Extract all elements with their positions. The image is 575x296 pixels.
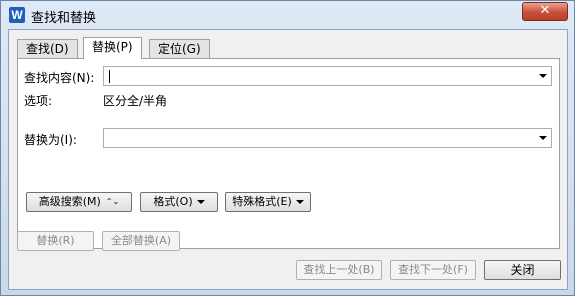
wps-writer-icon: W (9, 7, 25, 23)
chevron-down-icon[interactable] (539, 74, 547, 78)
find-previous-button[interactable]: 查找上一处(B) (296, 260, 382, 280)
replace-with-combobox[interactable] (103, 128, 552, 148)
tab-find[interactable]: 查找(D) (17, 39, 78, 58)
replace-with-label: 替换为(I): (24, 133, 77, 147)
find-replace-dialog: W 查找和替换 ✕ 查找(D) 替换(P) 定位(G) 查找内容(N): 选项:… (0, 0, 575, 296)
format-dropdown-button[interactable]: 格式(O) (140, 192, 218, 212)
replace-button[interactable]: 替换(R) (17, 231, 94, 251)
dialog-title: 查找和替换 (31, 11, 97, 26)
title-bar[interactable]: W 查找和替换 ✕ (1, 1, 574, 29)
tab-replace[interactable]: 替换(P) (83, 37, 142, 59)
find-what-label: 查找内容(N): (24, 71, 95, 85)
text-cursor (109, 70, 110, 83)
replace-tab-panel: 查找内容(N): 选项: 区分全/半角 替换为(I): 高级搜索(M) ⌃⌄ 格式… (17, 58, 560, 249)
double-chevron-icon: ⌃⌄ (105, 197, 120, 206)
options-label: 选项: (24, 94, 53, 108)
tab-goto[interactable]: 定位(G) (149, 39, 210, 58)
format-label: 格式(O) (153, 195, 193, 208)
close-window-button[interactable]: ✕ (522, 2, 568, 21)
replace-all-button[interactable]: 全部替换(A) (102, 231, 180, 251)
special-format-dropdown-button[interactable]: 特殊格式(E) (225, 192, 311, 212)
close-button[interactable]: 关闭 (484, 260, 561, 280)
find-next-button[interactable]: 查找下一处(F) (390, 260, 476, 280)
special-format-label: 特殊格式(E) (232, 195, 292, 208)
find-what-combobox[interactable] (103, 66, 552, 86)
chevron-down-icon (295, 200, 304, 204)
dialog-body: 查找(D) 替换(P) 定位(G) 查找内容(N): 选项: 区分全/半角 替换… (8, 29, 568, 290)
advanced-search-button[interactable]: 高级搜索(M) ⌃⌄ (26, 192, 132, 212)
close-icon: ✕ (539, 3, 551, 18)
advanced-search-label: 高级搜索(M) (38, 195, 101, 208)
chevron-down-icon[interactable] (539, 136, 547, 140)
options-value: 区分全/半角 (103, 94, 168, 108)
chevron-down-icon (196, 200, 205, 204)
